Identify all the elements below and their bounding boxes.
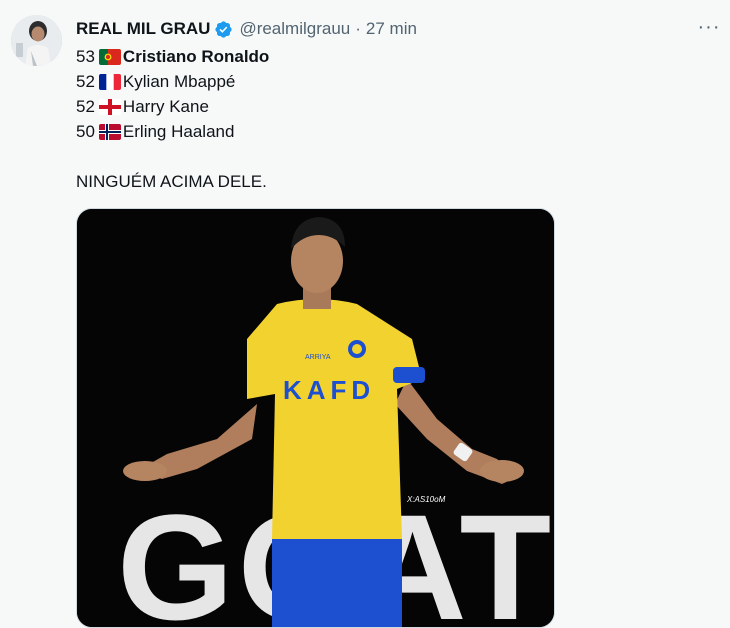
portugal-flag-icon <box>98 48 121 65</box>
closing-text: NINGUÉM ACIMA DELE. <box>76 172 267 191</box>
ranking-line: 52 Kylian Mbappé <box>76 69 676 94</box>
author-name[interactable]: REAL MIL GRAU <box>76 19 210 39</box>
avatar-image <box>11 15 62 66</box>
ranking-number: 52 <box>76 72 95 91</box>
separator-dot: · <box>355 19 361 38</box>
timestamp[interactable]: 27 min <box>366 19 417 39</box>
france-flag-icon <box>98 73 121 90</box>
avatar[interactable] <box>11 15 62 66</box>
author-handle[interactable]: @realmilgrauu <box>239 19 350 39</box>
verified-badge-icon <box>214 20 233 39</box>
norway-flag-icon <box>98 123 121 140</box>
player-name: Cristiano Ronaldo <box>122 47 270 66</box>
jersey-text: KAFD <box>283 375 375 405</box>
ranking-line: 53 Cristiano Ronaldo <box>76 44 676 69</box>
tweet-body: 53 Cristiano Ronaldo 52 Kylian Mbappé 52… <box>76 44 676 194</box>
player-photo: GOAT KAFD ARRIYA X:AS10oM <box>77 209 554 627</box>
player-name: Kylian Mbappé <box>122 72 236 91</box>
ranking-number: 50 <box>76 122 95 141</box>
ranking-line: 52 Harry Kane <box>76 94 676 119</box>
player-name: Erling Haaland <box>122 122 235 141</box>
tweet-header: REAL MIL GRAU @realmilgrauu · 27 min <box>76 17 720 41</box>
ranking-number: 52 <box>76 97 95 116</box>
player-name: Harry Kane <box>122 97 209 116</box>
ranking-line: 50 Erling Haaland <box>76 119 676 144</box>
watermark-text: X:AS10oM <box>406 495 446 504</box>
england-flag-icon <box>98 98 121 115</box>
more-icon: ··· <box>697 15 721 38</box>
sponsor-text: ARRIYA <box>305 354 331 361</box>
tweet-media-image[interactable]: GOAT KAFD ARRIYA X:AS10oM <box>76 208 555 628</box>
ranking-number: 53 <box>76 47 95 66</box>
more-options-button[interactable]: ··· <box>694 12 724 42</box>
